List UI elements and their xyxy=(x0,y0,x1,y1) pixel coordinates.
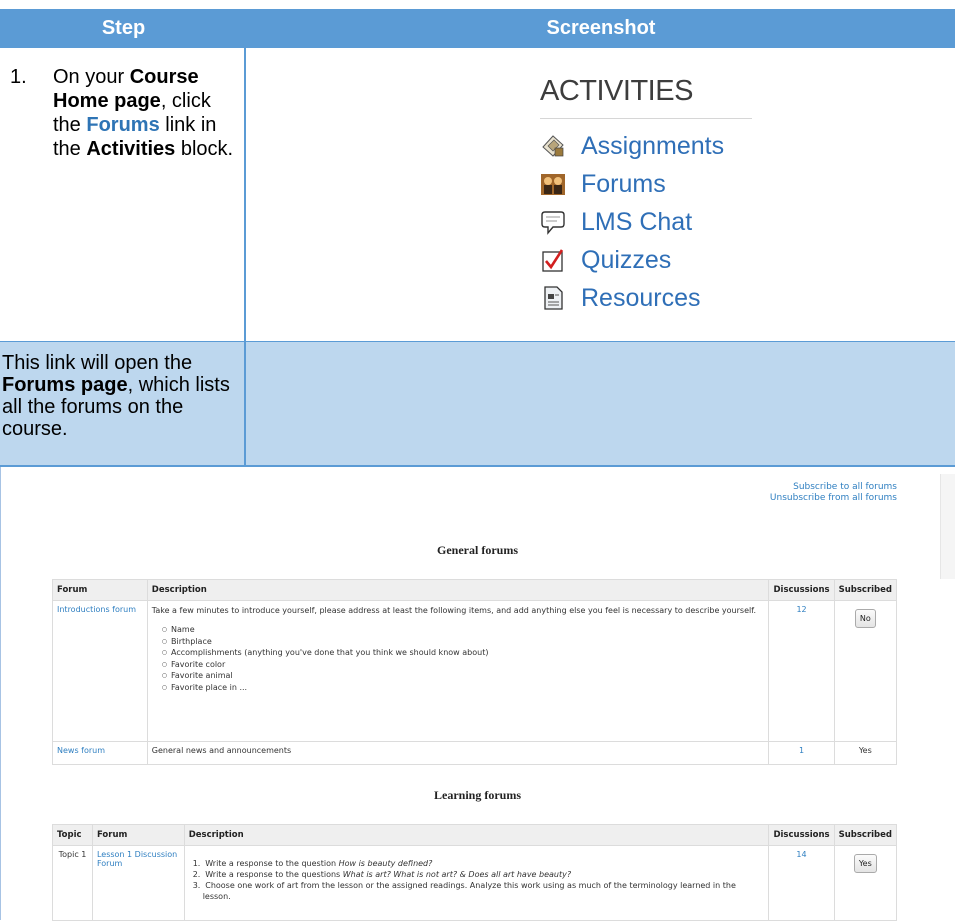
activities-title: ACTIVITIES xyxy=(540,75,752,119)
description-cell: Take a few minutes to introduce yourself… xyxy=(146,600,770,742)
news-forum-link[interactable]: News forum xyxy=(57,746,105,755)
general-forums-table: Forum Description Discussions Subscribed… xyxy=(52,579,898,765)
column-header: Description xyxy=(146,579,770,601)
scrollbar[interactable] xyxy=(940,474,955,579)
activity-label[interactable]: LMS Chat xyxy=(581,208,692,237)
discussions-cell: 1 xyxy=(768,741,835,765)
quiz-check-icon xyxy=(540,247,566,273)
discussions-count-link[interactable]: 1 xyxy=(799,746,804,755)
forums-link-label: Forums xyxy=(86,114,160,136)
column-header: Description xyxy=(183,824,770,846)
activity-label[interactable]: Resources xyxy=(581,284,701,313)
list-item: 3. Choose one work of art from the lesso… xyxy=(192,881,736,901)
unsubscribe-all-link[interactable]: Unsubscribe from all forums xyxy=(770,493,897,504)
activities-list: Assignments Forums LMS Chat Quizzes Reso… xyxy=(540,127,752,317)
forum-description: Take a few minutes to introduce yourself… xyxy=(151,606,756,615)
introductions-forum-link[interactable]: Introductions forum xyxy=(57,605,136,614)
list-item: Birthplace xyxy=(162,637,765,649)
learning-forums-table: Topic Forum Description Discussions Subs… xyxy=(52,824,898,921)
text-run: Write a response to the question xyxy=(205,859,339,868)
text-run: Write a response to the questions xyxy=(205,870,343,879)
column-header: Discussions xyxy=(768,824,835,846)
activity-resources[interactable]: Resources xyxy=(540,279,752,317)
chat-bubble-icon xyxy=(540,209,566,235)
text-run: On your xyxy=(53,66,130,88)
column-header: Topic xyxy=(52,824,93,846)
forums-page-screenshot: Subscribe to all forums Unsubscribe from… xyxy=(0,467,955,921)
table-header: Forum Description Discussions Subscribed xyxy=(52,579,898,601)
subscribed-cell: Yes xyxy=(833,845,898,921)
column-header: Subscribed xyxy=(833,824,898,846)
list-item: Accomplishments (anything you've done th… xyxy=(162,648,765,660)
text-run: block. xyxy=(175,138,234,160)
activity-quizzes[interactable]: Quizzes xyxy=(540,241,752,279)
list-item: 1. Write a response to the question How … xyxy=(192,859,433,868)
forum-cell: News forum xyxy=(52,741,148,765)
assignment-icon xyxy=(540,133,566,159)
step-cell: 1. On your Course Home page, click the F… xyxy=(0,48,246,341)
discussions-cell: 12 xyxy=(768,600,835,742)
subscribe-all-link[interactable]: Subscribe to all forums xyxy=(770,482,897,493)
activity-label[interactable]: Quizzes xyxy=(581,246,671,275)
activity-forums[interactable]: Forums xyxy=(540,165,752,203)
column-header: Discussions xyxy=(768,579,835,601)
subscribed-status: Yes xyxy=(833,741,898,765)
activities-block: ACTIVITIES Assignments Forums LMS Chat Q… xyxy=(540,75,752,317)
activity-label[interactable]: Forums xyxy=(581,170,666,199)
subscription-links: Subscribe to all forums Unsubscribe from… xyxy=(770,482,897,504)
list-item: 2. Write a response to the questions Wha… xyxy=(192,870,572,879)
column-header: Forum xyxy=(91,824,185,846)
topic-cell: Topic 1 xyxy=(52,845,93,921)
forum-cell: Introductions forum xyxy=(52,600,148,742)
description-list: Name Birthplace Accomplishments (anythin… xyxy=(162,625,765,694)
step-number: 1. xyxy=(10,66,27,88)
text-run: How is beauty defined? xyxy=(338,859,433,868)
subscribed-cell: No xyxy=(833,600,898,742)
subscribe-toggle-button[interactable]: Yes xyxy=(853,854,877,873)
text-run: Choose one work of art from the lesson o… xyxy=(202,881,736,901)
discussions-cell: 14 xyxy=(768,845,835,921)
forum-cell: Lesson 1 Discussion Forum xyxy=(91,845,185,921)
text-run: What is art? What is not art? & Does all… xyxy=(342,870,572,879)
lesson-questions: 1. Write a response to the question How … xyxy=(189,858,765,902)
list-item: Favorite place in ... xyxy=(162,683,765,695)
column-header: Forum xyxy=(52,579,148,601)
note-text: This link will open the Forums page, whi… xyxy=(2,352,240,440)
step-row-1: 1. On your Course Home page, click the F… xyxy=(0,48,955,341)
lesson-1-forum-link[interactable]: Lesson 1 Discussion Forum xyxy=(97,850,177,868)
screenshot-column-header: Screenshot xyxy=(546,17,656,39)
activity-assignments[interactable]: Assignments xyxy=(540,127,752,165)
forums-page-label: Forums page xyxy=(2,374,128,396)
description-cell: General news and announcements xyxy=(146,741,770,765)
column-header: Subscribed xyxy=(833,579,898,601)
activity-lms-chat[interactable]: LMS Chat xyxy=(540,203,752,241)
learning-forums-title: Learning forums xyxy=(434,788,521,802)
table-row: News forum General news and announcement… xyxy=(52,741,898,765)
step-column-header: Step xyxy=(101,17,146,39)
table-row: Introductions forum Take a few minutes t… xyxy=(52,600,898,742)
divider xyxy=(0,467,1,920)
forum-icon xyxy=(540,171,566,197)
list-item: Favorite color xyxy=(162,660,765,672)
subscribe-toggle-button[interactable]: No xyxy=(854,609,876,628)
activities-label: Activities xyxy=(86,138,176,160)
note-cell: This link will open the Forums page, whi… xyxy=(0,342,246,466)
general-forums-title: General forums xyxy=(437,543,518,557)
discussions-count-link[interactable]: 14 xyxy=(796,850,806,859)
list-item: Favorite animal xyxy=(162,671,765,683)
discussions-count-link[interactable]: 12 xyxy=(796,605,806,614)
description-cell: 1. Write a response to the question How … xyxy=(183,845,770,921)
table-header: Topic Forum Description Discussions Subs… xyxy=(52,824,898,846)
text-run: This link will open the xyxy=(2,352,193,374)
step-row-2: This link will open the Forums page, whi… xyxy=(0,341,955,467)
document-icon xyxy=(540,285,566,311)
table-header-row: Step Screenshot xyxy=(0,9,955,48)
step-instructions: On your Course Home page, click the Foru… xyxy=(53,65,243,161)
list-item: Name xyxy=(162,625,765,637)
activity-label[interactable]: Assignments xyxy=(581,132,724,161)
table-row: Topic 1 Lesson 1 Discussion Forum 1. Wri… xyxy=(52,845,898,921)
